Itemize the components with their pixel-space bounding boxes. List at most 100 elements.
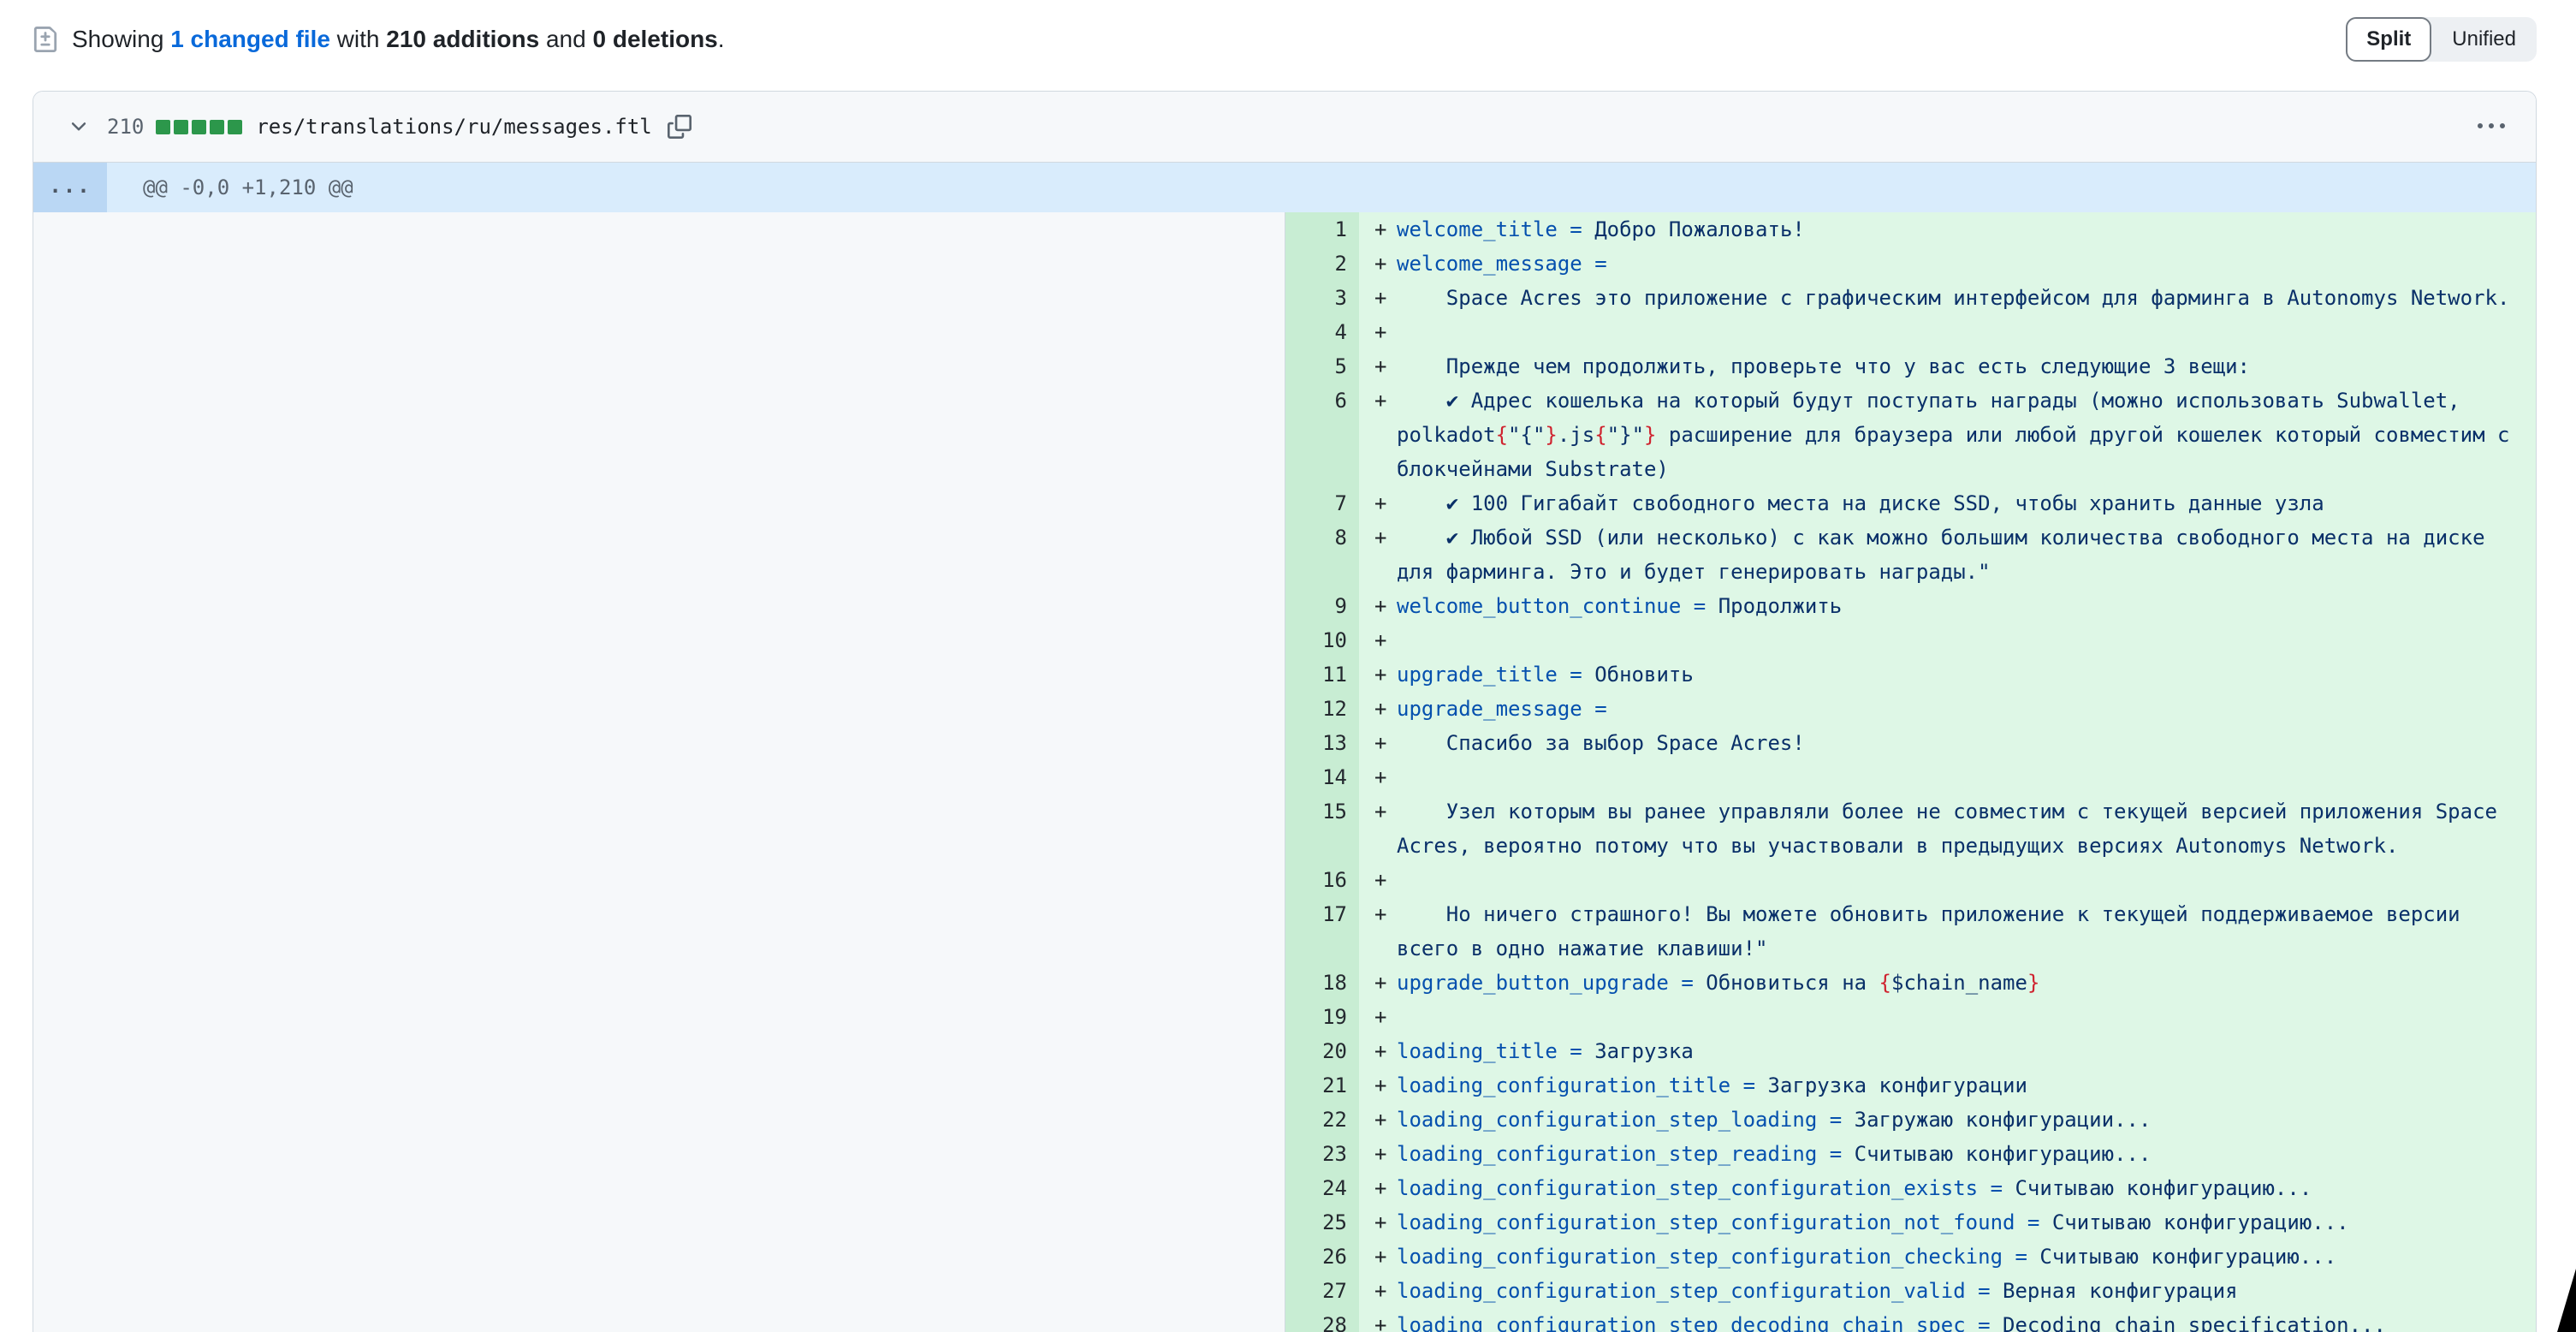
diff-line: 20+loading_title = Загрузка: [1285, 1034, 2536, 1068]
addition-sign: +: [1374, 1103, 1386, 1137]
line-number[interactable]: 21: [1285, 1068, 1359, 1103]
code-segment: =: [1966, 1313, 2003, 1332]
addition-sign: +: [1374, 1034, 1386, 1068]
diffstat-square: [174, 120, 188, 134]
line-number[interactable]: 9: [1285, 589, 1359, 623]
line-number[interactable]: 12: [1285, 692, 1359, 726]
code-segment: loading_configuration_step_configuration…: [1397, 1279, 1966, 1303]
code-segment: loading_configuration_step_configuration…: [1397, 1176, 1978, 1200]
line-number[interactable]: 13: [1285, 726, 1359, 760]
diff-line: 28 + loading_configuration_step_decoding_c…: [1285, 1308, 2536, 1332]
line-number[interactable]: 2: [1285, 247, 1359, 281]
copy-icon[interactable]: [668, 115, 691, 139]
addition-sign: +: [1374, 520, 1386, 555]
code-segment: Считываю конфигурацию...: [2015, 1176, 2312, 1200]
file-diff-card: 210 res/translations/ru/messages.ftl ...…: [33, 91, 2537, 1332]
diffstat-square: [156, 120, 170, 134]
line-number[interactable]: 10: [1285, 623, 1359, 657]
line-number[interactable]: 24: [1285, 1171, 1359, 1205]
diff-line: 21+loading_configuration_title = Загрузк…: [1285, 1068, 2536, 1103]
line-number[interactable]: 17: [1285, 897, 1359, 966]
code-segment: Обновиться на: [1706, 971, 1879, 995]
code-segment: welcome_button_continue: [1397, 594, 1681, 618]
summary-text: with: [330, 26, 386, 52]
line-number[interactable]: 6: [1285, 384, 1359, 486]
line-number[interactable]: 1: [1285, 212, 1359, 247]
addition-sign: +: [1374, 692, 1386, 726]
code-segment: =: [1681, 594, 1718, 618]
addition-sign: +: [1374, 212, 1386, 247]
line-number[interactable]: 15: [1285, 794, 1359, 863]
addition-sign: +: [1374, 1308, 1386, 1332]
mouse-cursor: [2557, 1269, 2576, 1332]
line-number[interactable]: 27: [1285, 1274, 1359, 1308]
line-number[interactable]: 18: [1285, 966, 1359, 1000]
addition-sign: +: [1374, 623, 1386, 657]
line-number[interactable]: 7: [1285, 486, 1359, 520]
addition-sign: +: [1374, 247, 1386, 281]
code-segment: loading_configuration_step_reading: [1397, 1142, 1817, 1166]
diff-right-pane: 1+welcome_title = Добро Пожаловать!2+wel…: [1285, 212, 2536, 1332]
code-line: + Space Acres это приложение с графическ…: [1359, 281, 2536, 315]
changed-files-link[interactable]: 1 changed file: [170, 26, 330, 52]
code-line: + loading_configuration_step_decoding_cha…: [1359, 1308, 2536, 1332]
line-number[interactable]: 16: [1285, 863, 1359, 897]
line-number[interactable]: 5: [1285, 349, 1359, 384]
code-segment: loading_configuration_step_decoding_chai…: [1397, 1313, 1966, 1332]
code-line: + Спасибо за выбор Space Acres!: [1359, 726, 2536, 760]
diff-line: 17+ Но ничего страшного! Вы можете обнов…: [1285, 897, 2536, 966]
diff-line: 12+upgrade_message =: [1285, 692, 2536, 726]
code-segment: loading_title: [1397, 1039, 1558, 1063]
code-segment: "{": [1508, 423, 1545, 447]
diff-line: 10 +: [1285, 623, 2536, 657]
hunk-header: ... @@ -0,0 +1,210 @@: [33, 163, 2536, 212]
diff-line: 19 +: [1285, 1000, 2536, 1034]
line-number[interactable]: 4: [1285, 315, 1359, 349]
unified-view-button[interactable]: Unified: [2431, 17, 2537, 62]
code-segment: =: [1978, 1176, 2015, 1200]
file-diff-icon[interactable]: [33, 27, 58, 52]
code-line: +loading_configuration_step_configuratio…: [1359, 1205, 2536, 1240]
code-segment: "}": [1607, 423, 1644, 447]
summary-text: and: [539, 26, 592, 52]
line-number[interactable]: 19: [1285, 1000, 1359, 1034]
code-line: +loading_configuration_step_reading = Сч…: [1359, 1137, 2536, 1171]
code-segment: Спасибо за выбор Space Acres!: [1397, 731, 1805, 755]
code-line: +upgrade_message =: [1359, 692, 2536, 726]
code-line: +loading_configuration_title = Загрузка …: [1359, 1068, 2536, 1103]
line-number[interactable]: 8: [1285, 520, 1359, 589]
code-segment: loading_configuration_title: [1397, 1073, 1730, 1097]
line-number[interactable]: 23: [1285, 1137, 1359, 1171]
line-number[interactable]: 25: [1285, 1205, 1359, 1240]
diff-line: 16+: [1285, 863, 2536, 897]
diff-line: 3+ Space Acres это приложение с графичес…: [1285, 281, 2536, 315]
addition-sign: +: [1374, 1000, 1386, 1034]
file-additions-count: 210: [107, 115, 144, 139]
split-view-button[interactable]: Split: [2346, 17, 2431, 62]
line-number[interactable]: 22: [1285, 1103, 1359, 1137]
code-segment: =: [1558, 663, 1594, 687]
line-number[interactable]: 3: [1285, 281, 1359, 315]
line-number[interactable]: 26: [1285, 1240, 1359, 1274]
addition-sign: +: [1374, 966, 1386, 1000]
code-line: + Но ничего страшного! Вы можете обновит…: [1359, 897, 2536, 966]
diff-line: 9+welcome_button_continue = Продолжить: [1285, 589, 2536, 623]
kebab-menu-icon[interactable]: [2478, 113, 2505, 140]
code-segment: upgrade_button_upgrade: [1397, 971, 1669, 995]
file-path: res/translations/ru/messages.ftl: [256, 115, 651, 139]
code-segment: =: [2015, 1210, 2051, 1234]
diff-line: 25+loading_configuration_step_configurat…: [1285, 1205, 2536, 1240]
expand-hunk-button[interactable]: ...: [33, 163, 107, 212]
line-number[interactable]: 20: [1285, 1034, 1359, 1068]
code-segment: =: [1730, 1073, 1767, 1097]
diffstat-square: [228, 120, 242, 134]
diff-line: 7+ ✔ 100 Гигабайт свободного места на ди…: [1285, 486, 2536, 520]
diff-line: 5+ Прежде чем продолжить, проверьте что …: [1285, 349, 2536, 384]
chevron-down-icon[interactable]: [68, 116, 90, 138]
code-segment: Загрузка: [1594, 1039, 1694, 1063]
diff-line: 26+loading_configuration_step_configurat…: [1285, 1240, 2536, 1274]
line-number[interactable]: 28: [1285, 1308, 1359, 1332]
code-segment: ✔ Любой SSD (или несколько) с как можно …: [1397, 526, 2485, 584]
line-number[interactable]: 11: [1285, 657, 1359, 692]
line-number[interactable]: 14: [1285, 760, 1359, 794]
